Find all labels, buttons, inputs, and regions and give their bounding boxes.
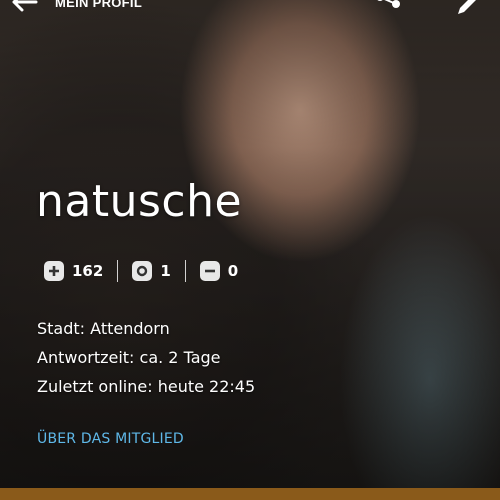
- stat-divider: [117, 260, 119, 282]
- profile-username: natusche: [36, 176, 243, 227]
- info-response-time-label: Antwortzeit:: [37, 348, 135, 367]
- stat-negative[interactable]: 0: [199, 261, 239, 281]
- question-bubble-icon: [132, 261, 153, 281]
- page-title: MEIN PROFIL: [55, 0, 143, 10]
- stat-divider: [184, 260, 186, 282]
- top-bar: MEIN PROFIL: [0, 0, 500, 18]
- info-last-online: Zuletzt online: heute 22:45: [37, 372, 255, 401]
- info-city-label: Stadt:: [37, 319, 86, 338]
- bottom-accent-bar: [0, 488, 500, 500]
- profile-info: Stadt: Attendorn Antwortzeit: ca. 2 Tage…: [37, 314, 255, 401]
- stat-positive-value: 162: [72, 262, 104, 280]
- arrow-left-icon[interactable]: [10, 0, 40, 16]
- photo-overlay: [0, 0, 500, 490]
- info-response-time-value: ca. 2 Tage: [139, 348, 221, 367]
- minus-bubble-icon: [199, 261, 220, 281]
- about-member-link[interactable]: ÜBER DAS MITGLIED: [37, 431, 184, 447]
- info-response-time: Antwortzeit: ca. 2 Tage: [37, 343, 255, 372]
- pencil-icon[interactable]: [452, 0, 482, 14]
- info-city-value: Attendorn: [90, 319, 170, 338]
- stat-positive[interactable]: 162: [44, 261, 103, 281]
- info-city: Stadt: Attendorn: [37, 314, 255, 343]
- share-icon[interactable]: [372, 0, 402, 14]
- profile-stats: 162 1 0: [44, 259, 238, 283]
- info-last-online-value: heute 22:45: [157, 377, 256, 396]
- stat-questions-value: 1: [160, 262, 171, 280]
- stat-negative-value: 0: [227, 262, 239, 280]
- plus-bubble-icon: [44, 261, 64, 281]
- stat-questions[interactable]: 1: [132, 261, 171, 281]
- info-last-online-label: Zuletzt online:: [37, 377, 153, 396]
